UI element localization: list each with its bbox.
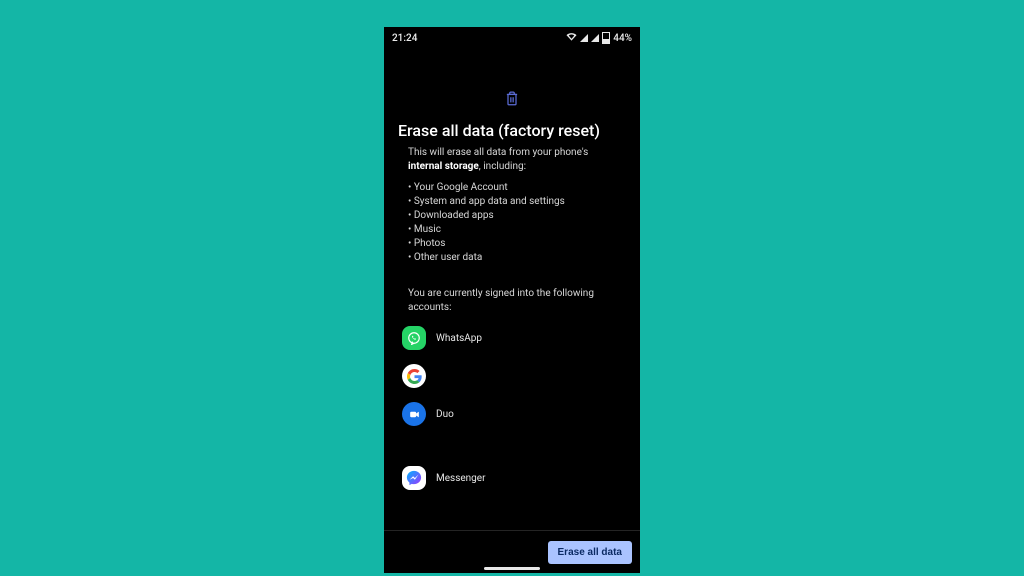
wifi-icon bbox=[566, 32, 577, 44]
signed-in-text: You are currently signed into the follow… bbox=[398, 287, 626, 314]
battery-percent: 44% bbox=[613, 33, 632, 44]
status-time: 21:24 bbox=[392, 33, 417, 44]
erase-list: Your Google Account System and app data … bbox=[398, 181, 626, 265]
account-label: Duo bbox=[436, 409, 454, 420]
battery-icon bbox=[602, 32, 610, 44]
status-right: 44% bbox=[566, 32, 632, 44]
account-label: WhatsApp bbox=[436, 333, 482, 344]
duo-icon bbox=[402, 402, 426, 426]
signal-icon-2 bbox=[591, 34, 599, 42]
erase-list-item: Music bbox=[408, 223, 626, 237]
erase-list-item: Photos bbox=[408, 237, 626, 251]
messenger-icon bbox=[402, 466, 426, 490]
page-title: Erase all data (factory reset) bbox=[398, 121, 626, 140]
erase-all-data-button[interactable]: Erase all data bbox=[548, 541, 632, 564]
erase-list-item: Your Google Account bbox=[408, 181, 626, 195]
description: This will erase all data from your phone… bbox=[398, 146, 626, 173]
account-duo[interactable]: Duo bbox=[402, 402, 626, 426]
signal-icon-1 bbox=[580, 34, 588, 42]
account-label: Messenger bbox=[436, 473, 486, 484]
trash-icon bbox=[505, 91, 519, 111]
account-list: WhatsApp bbox=[398, 326, 626, 490]
status-bar: 21:24 44% bbox=[384, 27, 640, 46]
account-messenger[interactable]: Messenger bbox=[402, 466, 626, 490]
content-area[interactable]: Erase all data (factory reset) This will… bbox=[384, 91, 640, 490]
erase-list-item: Other user data bbox=[408, 251, 626, 265]
account-google[interactable] bbox=[402, 364, 626, 388]
erase-list-item: Downloaded apps bbox=[408, 209, 626, 223]
erase-list-item: System and app data and settings bbox=[408, 195, 626, 209]
account-whatsapp[interactable]: WhatsApp bbox=[402, 326, 626, 350]
nav-handle[interactable] bbox=[484, 567, 540, 570]
phone-screen: 21:24 44% bbox=[384, 27, 640, 573]
google-icon bbox=[402, 364, 426, 388]
whatsapp-icon bbox=[402, 326, 426, 350]
